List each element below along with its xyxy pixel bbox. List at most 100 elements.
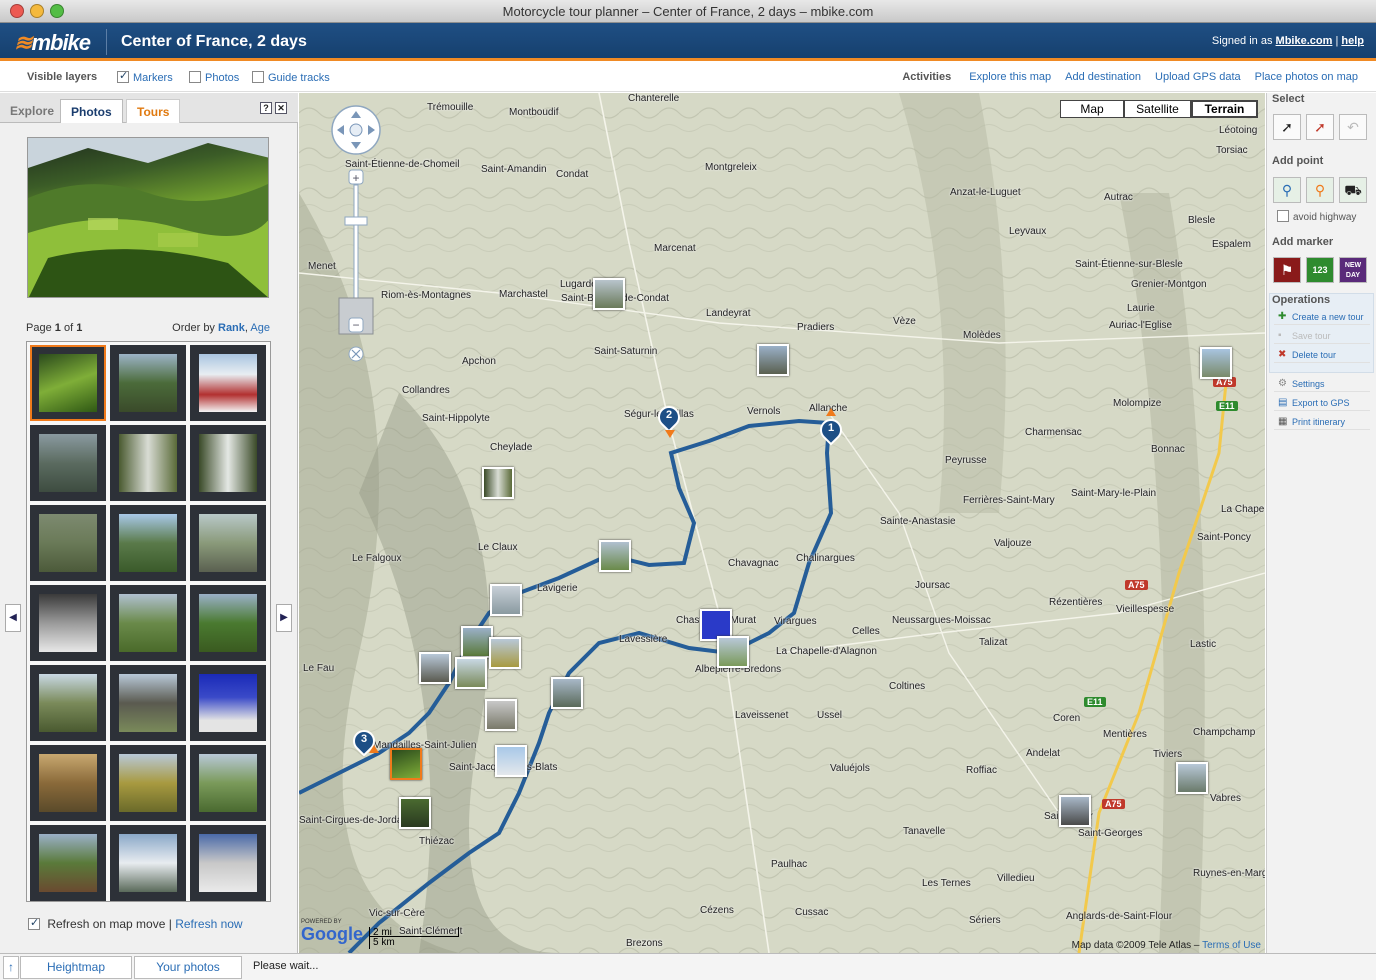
add-number-marker-button[interactable]: 123 [1306, 257, 1334, 283]
help-icon[interactable]: ? [260, 102, 272, 114]
user-link[interactable]: Mbike.com [1276, 35, 1333, 47]
photo-thumb[interactable] [110, 505, 186, 581]
map-type-map-button[interactable]: Map [1060, 100, 1124, 118]
add-route-point-button[interactable]: ⚲ [1306, 177, 1334, 203]
photo-thumb[interactable] [110, 665, 186, 741]
selected-photo-preview[interactable] [27, 137, 269, 298]
map-photo-thumb[interactable] [495, 745, 527, 777]
layer-guide-tracks[interactable]: Guide tracks [252, 71, 330, 84]
photo-thumb[interactable] [30, 505, 106, 581]
close-icon[interactable]: ✕ [275, 102, 287, 114]
save-tour-button[interactable]: ▪ Save tour [1274, 328, 1370, 344]
delete-tour-button[interactable]: ✖ Delete tour [1274, 347, 1370, 363]
avoid-highway-checkbox[interactable] [1277, 210, 1289, 222]
add-destination-link[interactable]: Add destination [1065, 71, 1141, 83]
tab-explore[interactable]: Explore [0, 99, 64, 123]
tab-your-photos[interactable]: Your photos [134, 956, 242, 979]
photo-thumb[interactable] [190, 505, 266, 581]
google-logo[interactable]: Google [301, 924, 363, 945]
map-photo-thumb[interactable] [419, 652, 451, 684]
map-type-terrain-button[interactable]: Terrain [1191, 100, 1258, 118]
photo-thumb[interactable] [110, 345, 186, 421]
place-photos-link[interactable]: Place photos on map [1255, 71, 1358, 83]
deselect-tool-button[interactable]: ➚ [1306, 114, 1334, 140]
upload-gps-link[interactable]: Upload GPS data [1155, 71, 1241, 83]
map-photo-thumb[interactable] [482, 467, 514, 499]
map-photo-thumb[interactable] [757, 344, 789, 376]
photo-thumb[interactable] [190, 825, 266, 901]
markers-checkbox[interactable] [117, 69, 129, 83]
help-link[interactable]: help [1341, 35, 1364, 47]
map-photo-thumb[interactable] [717, 636, 749, 668]
zoom-out-button[interactable] [349, 318, 363, 332]
map-photo-thumb[interactable] [399, 797, 431, 829]
photo-thumb[interactable] [110, 745, 186, 821]
add-point-button[interactable]: ⚲ [1273, 177, 1301, 203]
zoom-reset-icon[interactable] [349, 347, 363, 361]
layer-markers[interactable]: Markers [117, 69, 173, 84]
map-photo-thumb[interactable] [599, 540, 631, 572]
tab-tours[interactable]: Tours [126, 99, 181, 123]
waypoint-arrow-icon[interactable] [369, 745, 379, 753]
refresh-now-link[interactable]: Refresh now [175, 917, 242, 931]
add-new-day-marker-button[interactable]: NEW DAY [1339, 257, 1367, 283]
order-rank-link[interactable]: Rank [218, 322, 245, 334]
print-itinerary-button[interactable]: ▦ Print itinerary [1274, 414, 1370, 430]
export-gps-button[interactable]: ▤ Export to GPS [1274, 395, 1370, 411]
photo-thumb[interactable] [190, 745, 266, 821]
map-photo-thumb[interactable] [485, 699, 517, 731]
photo-thumb[interactable] [110, 825, 186, 901]
map-photo-thumb-selected[interactable] [390, 748, 422, 780]
tab-heightmap[interactable]: Heightmap [20, 956, 132, 979]
photo-thumb[interactable] [190, 425, 266, 501]
order-age-link[interactable]: Age [250, 322, 270, 334]
layer-photos[interactable]: Photos [189, 71, 239, 84]
pan-control-button[interactable] [349, 122, 371, 144]
map-place-label: Chavagnac [728, 558, 779, 569]
map-type-satellite-button[interactable]: Satellite [1124, 100, 1191, 118]
waypoint-arrow-icon[interactable] [826, 408, 836, 416]
photo-thumb[interactable] [110, 585, 186, 661]
tour-title: Center of France, 2 days [121, 33, 307, 50]
photo-thumb[interactable] [190, 345, 266, 421]
photo-thumb[interactable] [190, 665, 266, 741]
prev-page-button[interactable]: ◀ [5, 604, 21, 632]
map-photo-thumb[interactable] [490, 584, 522, 616]
refresh-on-move-checkbox[interactable] [28, 916, 40, 930]
create-tour-button[interactable]: ✚ Create a new tour [1274, 309, 1370, 325]
map-place-label: Saint-Amandin [481, 164, 547, 175]
map-photo-thumb[interactable] [1176, 762, 1208, 794]
tab-photos[interactable]: Photos [60, 99, 123, 123]
zoom-in-button[interactable] [349, 170, 363, 184]
photo-thumb[interactable] [110, 425, 186, 501]
next-page-button[interactable]: ▶ [276, 604, 292, 632]
select-tool-button[interactable]: ➚ [1273, 114, 1301, 140]
settings-button[interactable]: ⚙ Settings [1274, 376, 1370, 392]
undo-button[interactable]: ↶ [1339, 114, 1367, 140]
photo-thumb[interactable] [30, 345, 106, 421]
photo-thumb[interactable] [30, 425, 106, 501]
photo-thumb[interactable] [30, 745, 106, 821]
expand-panel-button[interactable]: ↑ [3, 956, 19, 979]
waypoint-arrow-icon[interactable] [665, 430, 675, 438]
map-photo-thumb[interactable] [551, 677, 583, 709]
photo-thumb[interactable] [30, 825, 106, 901]
map-photo-thumb[interactable] [455, 657, 487, 689]
map-canvas[interactable]: Map Satellite Terrain + − Trémouille Chan… [299, 93, 1265, 953]
map-photo-thumb[interactable] [1200, 347, 1232, 379]
add-ride-point-button[interactable]: ⛟ [1339, 177, 1367, 203]
photos-checkbox[interactable] [189, 71, 201, 83]
map-photo-thumb[interactable] [593, 278, 625, 310]
photo-thumb[interactable] [30, 665, 106, 741]
avoid-highway-option[interactable]: avoid highway [1277, 210, 1356, 223]
map-photo-thumb[interactable] [1059, 795, 1091, 827]
guide-tracks-checkbox[interactable] [252, 71, 264, 83]
photo-thumb[interactable] [30, 585, 106, 661]
explore-map-link[interactable]: Explore this map [969, 71, 1051, 83]
mbike-logo[interactable]: ≋mbike [14, 30, 91, 56]
terms-of-use-link[interactable]: Terms of Use [1202, 940, 1261, 951]
photo-thumb[interactable] [190, 585, 266, 661]
add-flag-marker-button[interactable]: ⚑ [1273, 257, 1301, 283]
map-photo-thumb[interactable] [489, 637, 521, 669]
map-place-label: La Chapelle-Laurent [1221, 504, 1265, 515]
